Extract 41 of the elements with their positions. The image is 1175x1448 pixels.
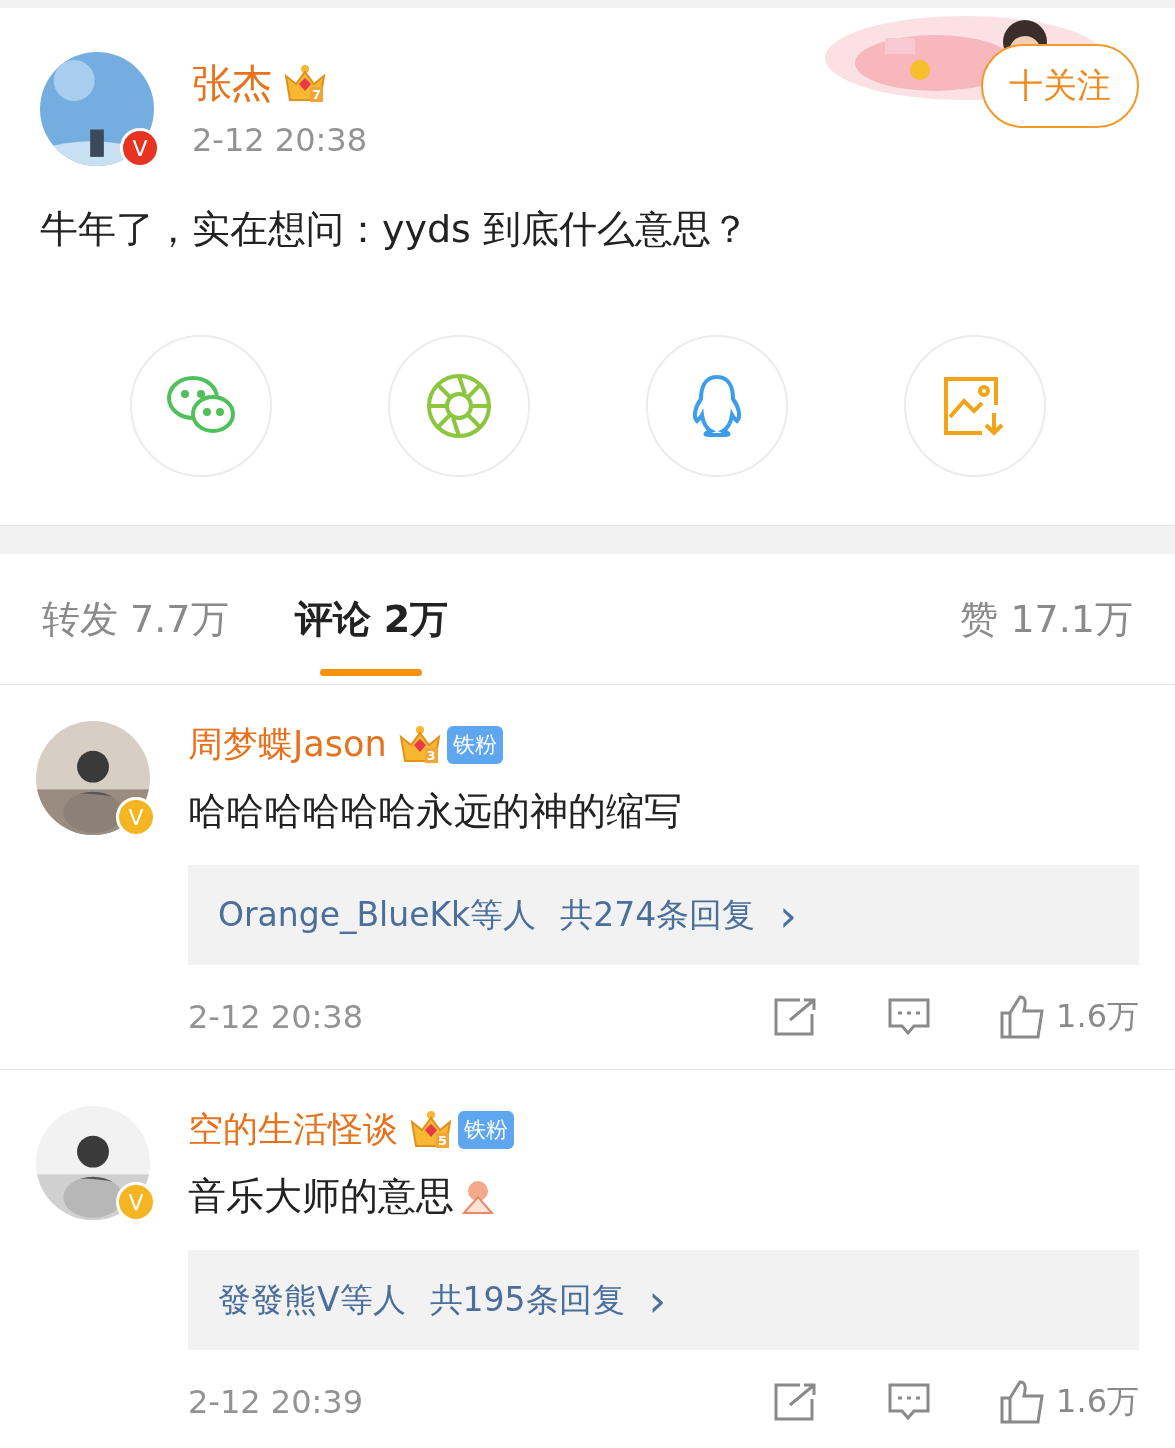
comment-button[interactable] [888, 1383, 931, 1421]
like-button[interactable]: 1.6万 [1000, 1380, 1139, 1424]
replies-link[interactable]: Orange_BlueKk等人 共274条回复 › [188, 865, 1139, 965]
chevron: › [779, 889, 797, 941]
aperture-icon [425, 372, 493, 440]
fan-badge: 铁粉 [446, 725, 503, 764]
replies-users: Orange_BlueKk等人 [218, 893, 537, 936]
follow-button[interactable]: 十关注 [981, 44, 1139, 128]
post-time: 2-12 20:38 [192, 121, 367, 159]
comment-icon [888, 1383, 931, 1421]
replies-count: 共274条回复 [560, 893, 756, 936]
comment-time: 2-12 20:39 [188, 1383, 363, 1421]
replies-link[interactable]: 發發熊V等人 共195条回复 › [188, 1250, 1139, 1350]
chevron: › [648, 1274, 667, 1326]
like-count: 1.6万 [1056, 996, 1139, 1037]
replies-users: 發發熊V等人 [218, 1278, 406, 1321]
like-count: 1.6万 [1056, 1381, 1139, 1422]
commenter-name[interactable]: 周梦蝶Jason [188, 721, 387, 768]
repost-button[interactable] [774, 1383, 817, 1421]
verified-badge: V [116, 797, 156, 837]
tab[interactable]: 赞 17.1万 [960, 554, 1133, 684]
share-icon [774, 1383, 817, 1421]
thumbs-up-icon [1000, 995, 1047, 1039]
like-button[interactable]: 1.6万 [1000, 995, 1139, 1039]
tab[interactable]: 转发 7.7万 [42, 554, 229, 684]
share-icon [774, 998, 817, 1036]
commenter-name[interactable]: 空的生活怪谈 [188, 1106, 398, 1153]
tab[interactable]: 评论 2万 [294, 554, 449, 684]
comment-text: 音乐大师的意思 [188, 1173, 454, 1220]
verified-badge: V [120, 128, 160, 168]
verified-badge: V [116, 1182, 156, 1222]
thumbs-up-icon [1000, 1380, 1047, 1424]
author-name[interactable]: 张杰 [192, 56, 272, 111]
comment-text: 哈哈哈哈哈哈永远的神的缩写 [188, 788, 682, 835]
fan-badge: 铁粉 [458, 1110, 514, 1149]
post-text: 牛年了，实在想问：yyds 到底什么意思？ [39, 206, 750, 253]
comment-time: 2-12 20:38 [188, 998, 363, 1036]
comment-button[interactable] [888, 998, 931, 1036]
comment-icon [888, 998, 931, 1036]
replies-count: 共195条回复 [429, 1278, 625, 1321]
repost-button[interactable] [774, 998, 817, 1036]
